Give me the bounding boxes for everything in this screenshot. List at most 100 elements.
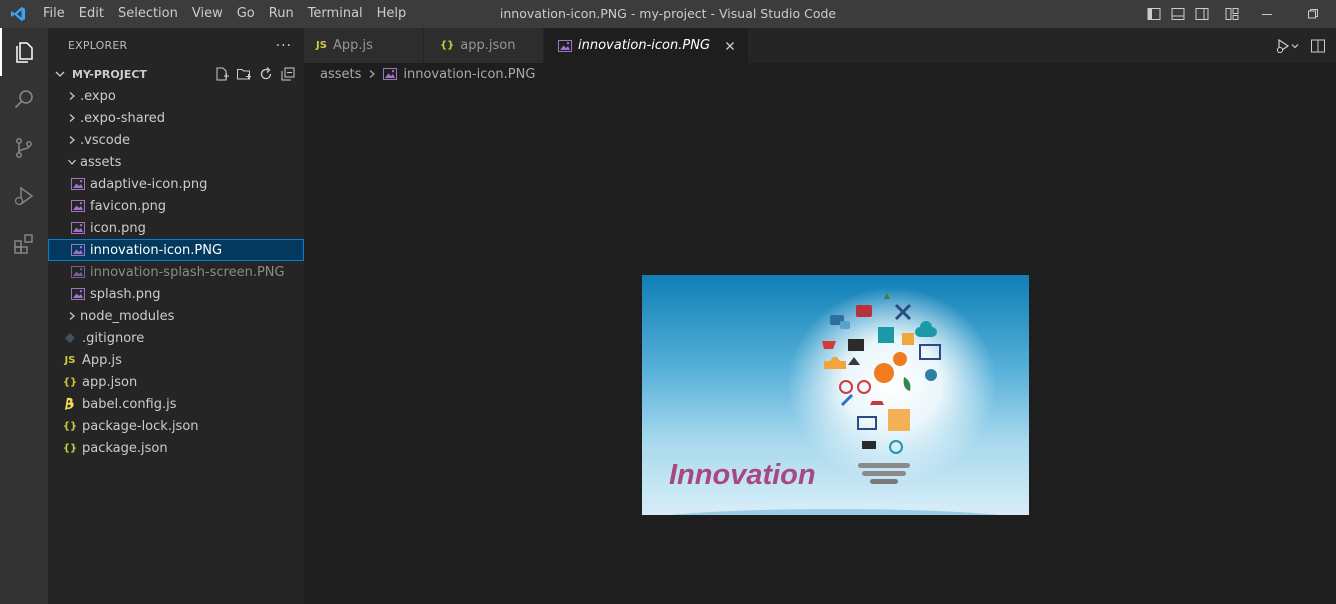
tab-innovation-icon[interactable]: innovation-icon.PNG (544, 28, 750, 63)
image-file-icon (70, 239, 86, 261)
minimize-icon[interactable] (1244, 0, 1290, 28)
more-actions-icon[interactable]: ··· (276, 38, 292, 54)
tree-item-label: innovation-icon.PNG (90, 242, 223, 258)
tree-file-app-js[interactable]: JS App.js (48, 349, 304, 371)
tree-item-label: splash.png (90, 286, 161, 302)
chevron-down-icon (64, 151, 80, 173)
chevron-right-icon (64, 305, 80, 327)
tree-item-label: app.json (82, 374, 138, 390)
tree-folder-node-modules[interactable]: node_modules (48, 305, 304, 327)
tree-file-favicon[interactable]: favicon.png (48, 195, 304, 217)
tree-folder-expo[interactable]: .expo (48, 85, 304, 107)
title-bar: File Edit Selection View Go Run Terminal… (0, 0, 1336, 28)
image-caption: Innovation (669, 459, 816, 491)
customize-layout-icon[interactable] (1220, 0, 1244, 28)
menu-selection[interactable]: Selection (111, 0, 185, 28)
menu-go[interactable]: Go (230, 0, 262, 28)
tree-file-gitignore[interactable]: .gitignore (48, 327, 304, 349)
json-file-icon: {} (62, 376, 78, 388)
tree-file-babel-config[interactable]: babel.config.js (48, 393, 304, 415)
chevron-right-icon (367, 69, 377, 79)
split-editor-icon[interactable] (1310, 38, 1326, 54)
collapse-all-icon[interactable] (280, 66, 296, 82)
chevron-right-icon (64, 129, 80, 151)
js-file-icon: JS (64, 354, 76, 366)
breadcrumb-file[interactable]: innovation-icon.PNG (403, 67, 535, 82)
project-section-header[interactable]: MY-PROJECT (48, 63, 304, 85)
breadcrumb-folder[interactable]: assets (320, 67, 361, 82)
image-file-icon (383, 68, 398, 80)
menu-bar: File Edit Selection View Go Run Terminal… (36, 0, 413, 28)
menu-edit[interactable]: Edit (72, 0, 111, 28)
tree-file-app-json[interactable]: {} app.json (48, 371, 304, 393)
babel-file-icon (62, 393, 78, 415)
new-folder-icon[interactable] (236, 66, 252, 82)
tree-file-package-lock[interactable]: {} package-lock.json (48, 415, 304, 437)
tree-item-label: babel.config.js (82, 396, 177, 412)
tree-item-label: .gitignore (82, 330, 145, 346)
tree-item-label: icon.png (90, 220, 146, 236)
menu-run[interactable]: Run (262, 0, 301, 28)
tree-item-label: .vscode (80, 132, 130, 148)
js-file-icon: JS (316, 40, 327, 51)
image-file-icon (70, 195, 86, 217)
tree-item-label: package-lock.json (82, 418, 199, 434)
close-icon[interactable] (722, 41, 738, 51)
vscode-logo-icon (0, 0, 36, 28)
tab-label: innovation-icon.PNG (578, 38, 711, 53)
toggle-sidebar-icon[interactable] (1142, 0, 1166, 28)
tree-file-innovation-splash-screen[interactable]: innovation-splash-screen.PNG (48, 261, 304, 283)
tab-label: app.json (460, 38, 516, 53)
image-file-icon (558, 39, 572, 52)
tree-file-icon[interactable]: icon.png (48, 217, 304, 239)
breadcrumb: assets innovation-icon.PNG (304, 63, 1336, 85)
tree-item-label: node_modules (80, 308, 175, 324)
toggle-panel-icon[interactable] (1166, 0, 1190, 28)
editor-tabs: JS App.js {} app.json innovation-icon.PN… (304, 28, 1336, 63)
json-file-icon: {} (440, 40, 455, 51)
tree-file-innovation-icon[interactable]: innovation-icon.PNG (48, 239, 304, 261)
tree-file-adaptive-icon[interactable]: adaptive-icon.png (48, 173, 304, 195)
image-preview-editor: Innovation (304, 85, 1336, 604)
tab-label: App.js (332, 38, 373, 53)
chevron-down-icon (55, 71, 65, 77)
tree-folder-assets[interactable]: assets (48, 151, 304, 173)
tab-app-json[interactable]: {} app.json (424, 28, 544, 63)
source-control-icon[interactable] (0, 124, 48, 172)
tree-file-package-json[interactable]: {} package.json (48, 437, 304, 459)
chevron-right-icon (64, 85, 80, 107)
refresh-icon[interactable] (258, 66, 274, 82)
tree-item-label: favicon.png (90, 198, 167, 214)
tree-file-splash[interactable]: splash.png (48, 283, 304, 305)
activity-bar (0, 28, 48, 604)
tree-folder-expo-shared[interactable]: .expo-shared (48, 107, 304, 129)
tab-app-js[interactable]: JS App.js (304, 28, 424, 63)
innovation-image-preview[interactable]: Innovation (642, 275, 1029, 515)
search-icon[interactable] (0, 76, 48, 124)
explorer-header: EXPLORER ··· (48, 28, 304, 63)
tree-item-label: innovation-splash-screen.PNG (90, 264, 285, 280)
tree-item-label: assets (80, 154, 122, 170)
file-tree: .expo .expo-shared .vscode assets adapti… (48, 85, 304, 459)
new-file-icon[interactable] (214, 66, 230, 82)
explorer-title: EXPLORER (68, 39, 128, 52)
tree-item-label: package.json (82, 440, 168, 456)
tree-item-label: .expo-shared (80, 110, 166, 126)
tree-item-label: .expo (80, 88, 116, 104)
run-debug-icon[interactable] (0, 172, 48, 220)
image-file-icon (70, 283, 86, 305)
extensions-icon[interactable] (0, 220, 48, 268)
menu-terminal[interactable]: Terminal (301, 0, 370, 28)
menu-help[interactable]: Help (370, 0, 414, 28)
json-file-icon: {} (62, 420, 78, 432)
explorer-sidebar: EXPLORER ··· MY-PROJECT .expo .expo-shar… (48, 28, 304, 604)
menu-view[interactable]: View (185, 0, 230, 28)
project-name: MY-PROJECT (72, 67, 147, 81)
menu-file[interactable]: File (36, 0, 72, 28)
explorer-icon[interactable] (0, 28, 48, 76)
run-dropdown-icon[interactable] (1276, 38, 1300, 54)
image-file-icon (70, 217, 86, 239)
restore-icon[interactable] (1290, 0, 1336, 28)
tree-folder-vscode[interactable]: .vscode (48, 129, 304, 151)
toggle-secondary-sidebar-icon[interactable] (1190, 0, 1214, 28)
